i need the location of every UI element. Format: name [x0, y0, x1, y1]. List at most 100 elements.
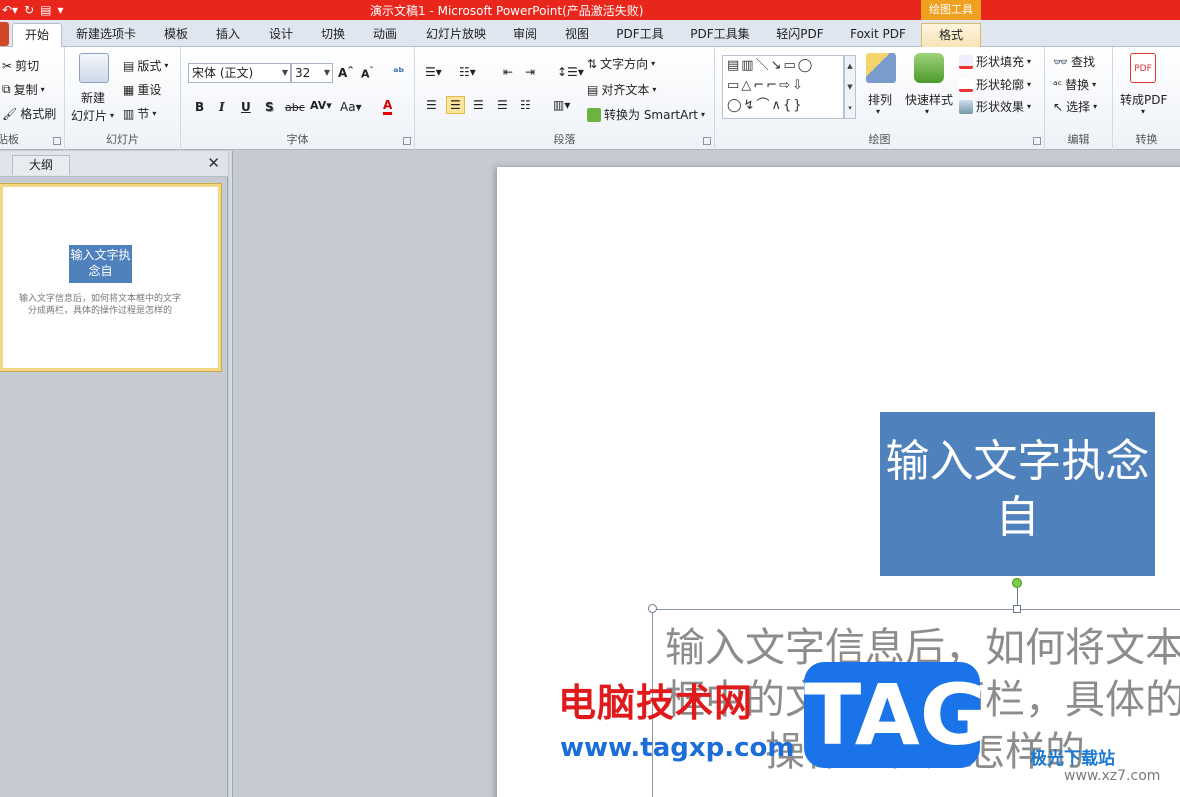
tab-pdf-tools[interactable]: PDF工具 — [610, 23, 670, 47]
smartart-button[interactable]: 转换为 SmartArt ▾ — [587, 106, 705, 123]
shapes-gallery[interactable]: ▤▥＼↘▭◯ ▭△⌐⌐⇨⇩ ◯↯⌒∧{} — [722, 55, 844, 119]
tab-review[interactable]: 审阅 — [505, 23, 545, 47]
tab-templates[interactable]: 模板 — [156, 23, 196, 47]
thumbnail-body: 输入文字信息后，如何将文本框中的文字分成两栏，具体的操作过程是怎样的 — [18, 294, 181, 316]
numbering-icon[interactable]: ☷▾ — [459, 65, 476, 79]
tab-design[interactable]: 设计 — [261, 23, 301, 47]
tab-animations[interactable]: 动画 — [365, 23, 405, 47]
tab-view[interactable]: 视图 — [557, 23, 597, 47]
new-slide-icon[interactable] — [79, 53, 109, 83]
shrink-font-icon[interactable]: Aˇ — [361, 66, 374, 81]
replace-icon: ᵃᶜ — [1053, 77, 1063, 92]
bullets-icon[interactable]: ☰▾ — [425, 65, 442, 79]
scissors-icon: ✂ — [2, 58, 13, 73]
tab-lightpdf[interactable]: 轻闪PDF — [769, 23, 831, 47]
quick-styles-icon[interactable] — [914, 53, 944, 83]
paragraph-launcher-icon[interactable] — [703, 137, 711, 145]
drawing-launcher-icon[interactable] — [1033, 137, 1041, 145]
undo-icon[interactable]: ↶▾ — [2, 3, 18, 17]
section-button[interactable]: ▥ 节 ▾ — [123, 105, 156, 122]
group-label-slides: 幻灯片 — [106, 133, 139, 146]
text-direction-button[interactable]: ⇅ 文字方向 ▾ — [587, 55, 655, 72]
shape-effects-button[interactable]: 形状效果 ▾ — [959, 98, 1031, 115]
tab-slideshow[interactable]: 幻灯片放映 — [418, 23, 494, 47]
font-color-icon[interactable]: A — [383, 98, 393, 115]
font-size-select[interactable]: 32 ▼ — [291, 63, 333, 83]
section-icon: ▥ — [123, 106, 135, 121]
italic-icon[interactable]: I — [219, 100, 225, 114]
effects-icon — [959, 99, 973, 114]
file-tab[interactable] — [0, 22, 9, 46]
strikethrough-icon[interactable]: abc — [285, 101, 305, 114]
char-spacing-icon[interactable]: AV▾ — [310, 99, 332, 112]
customize-qat-icon[interactable]: ▾ — [57, 3, 63, 17]
pencil-icon — [959, 77, 973, 92]
arrange-button[interactable]: 排列 — [868, 91, 892, 108]
font-launcher-icon[interactable] — [403, 137, 411, 145]
find-button[interactable]: 👓 查找 — [1053, 53, 1095, 70]
align-left-icon[interactable]: ☰ — [426, 98, 437, 112]
resize-handle-top-left[interactable] — [648, 604, 657, 613]
tab-pdf-toolset[interactable]: PDF工具集 — [684, 23, 756, 47]
watermark-site-name: 极光下载站 — [1030, 749, 1115, 769]
quick-styles-button[interactable]: 快速样式 — [905, 91, 953, 108]
clear-format-icon[interactable]: ᵃᵇ — [393, 65, 404, 79]
resize-handle-top[interactable] — [1013, 605, 1021, 613]
tab-new-tab[interactable]: 新建选项卡 — [70, 23, 142, 47]
cut-button[interactable]: ✂ 剪切 — [2, 57, 39, 74]
convert-pdf-button[interactable]: 转成PDF — [1120, 91, 1167, 108]
new-slide-label[interactable]: 新建 — [81, 89, 105, 106]
close-icon[interactable]: ✕ — [207, 154, 220, 172]
quick-styles-dropdown-icon[interactable]: ▾ — [925, 107, 929, 116]
slide-title-box[interactable]: 输入文字执念自 — [880, 412, 1155, 576]
convert-pdf-dropdown-icon[interactable]: ▾ — [1141, 107, 1145, 116]
reset-button[interactable]: ▦ 重设 — [123, 81, 161, 98]
clipboard-launcher-icon[interactable] — [53, 137, 61, 145]
slide-thumbnail[interactable]: 输入文字执念自 输入文字信息后，如何将文本框中的文字分成两栏，具体的操作过程是怎… — [0, 183, 222, 372]
select-button[interactable]: ↖ 选择 ▾ — [1053, 98, 1097, 115]
shape-outline-button[interactable]: 形状轮廓 ▾ — [959, 76, 1031, 93]
line-spacing-icon[interactable]: ↕☰▾ — [557, 65, 584, 79]
pdf-icon[interactable]: PDF — [1130, 53, 1156, 83]
redo-icon[interactable]: ↻ — [24, 3, 34, 17]
slideshow-icon[interactable]: ▤ — [40, 3, 51, 17]
tab-transitions[interactable]: 切换 — [313, 23, 353, 47]
change-case-icon[interactable]: Aa▾ — [340, 100, 362, 114]
underline-icon[interactable]: U — [241, 100, 251, 114]
font-name-select[interactable]: 宋体 (正文) ▼ — [188, 63, 291, 83]
distributed-icon[interactable]: ☷ — [520, 98, 531, 112]
shapes-gallery-scroll[interactable]: ▲ ▼ ▾ — [844, 55, 856, 119]
tab-home[interactable]: 开始 — [12, 23, 62, 47]
tab-format[interactable]: 格式 — [921, 23, 981, 47]
tab-insert[interactable]: 插入 — [208, 23, 248, 47]
watermark-cn-text: 电脑技术网 — [558, 681, 754, 725]
layout-button[interactable]: ▤ 版式 ▾ — [123, 57, 168, 74]
rotation-line — [1017, 588, 1018, 606]
copy-button[interactable]: ⧉ 复制 ▾ — [2, 81, 45, 98]
watermark-url: www.tagxp.com — [560, 733, 795, 763]
replace-button[interactable]: ᵃᶜ 替换 ▾ — [1053, 76, 1096, 93]
shape-fill-button[interactable]: 形状填充 ▾ — [959, 53, 1031, 70]
align-right-icon[interactable]: ☰ — [473, 98, 484, 112]
reset-icon: ▦ — [123, 82, 135, 97]
bold-icon[interactable]: B — [195, 100, 204, 114]
increase-indent-icon[interactable]: ⇥ — [525, 65, 535, 79]
grow-font-icon[interactable]: A^ — [338, 65, 354, 80]
new-slide-dropdown[interactable]: 幻灯片 ▾ — [71, 107, 114, 124]
window-title: 演示文稿1 - Microsoft PowerPoint(产品激活失败) — [370, 4, 644, 18]
format-painter-button[interactable]: 🖌 格式刷 — [2, 105, 56, 122]
align-text-button[interactable]: ▤ 对齐文本 ▾ — [587, 81, 656, 98]
columns-icon[interactable]: ▥▾ — [553, 98, 570, 112]
slides-pane: 大纲 ✕ 输入文字执念自 输入文字信息后，如何将文本框中的文字分成两栏，具体的操… — [0, 151, 228, 797]
watermark-tag-logo: TAG — [804, 662, 989, 768]
decrease-indent-icon[interactable]: ⇤ — [503, 65, 513, 79]
arrange-icon[interactable] — [866, 53, 896, 83]
rotation-handle[interactable] — [1012, 578, 1022, 588]
arrange-dropdown-icon[interactable]: ▾ — [876, 107, 880, 116]
align-center-icon[interactable]: ☰ — [446, 96, 465, 114]
pane-splitter[interactable] — [229, 151, 233, 797]
text-shadow-icon[interactable]: S — [265, 100, 274, 114]
tab-foxit-pdf[interactable]: Foxit PDF — [845, 23, 911, 47]
justify-icon[interactable]: ☰ — [497, 98, 508, 112]
tab-outline[interactable]: 大纲 — [12, 155, 70, 175]
